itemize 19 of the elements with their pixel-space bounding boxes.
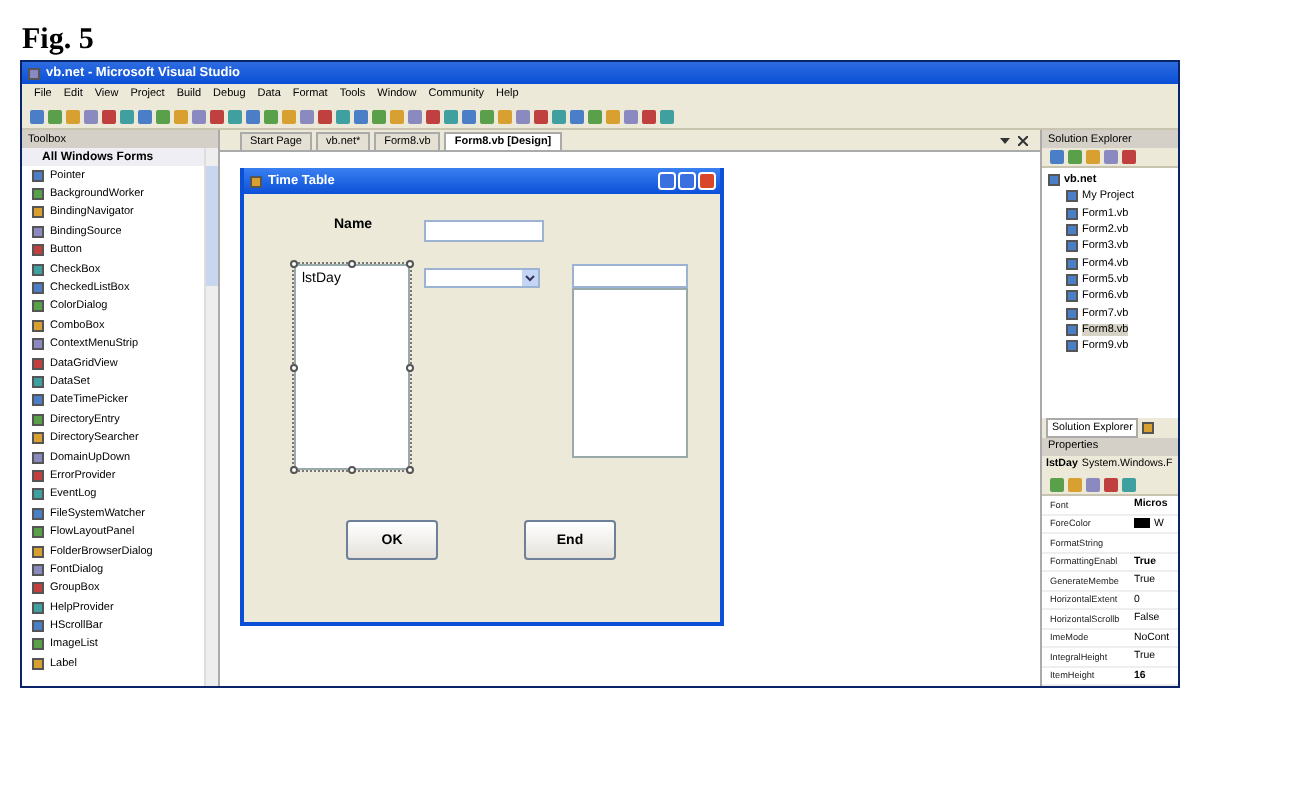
resize-handle[interactable] xyxy=(290,363,298,371)
list-box[interactable] xyxy=(572,288,688,458)
resize-handle[interactable] xyxy=(406,363,414,371)
resize-handle[interactable] xyxy=(406,260,414,268)
text-box[interactable] xyxy=(424,220,544,242)
scrollbar[interactable] xyxy=(204,148,218,686)
figure-label: Fig. 5 xyxy=(20,22,96,60)
resize-handle[interactable] xyxy=(348,260,356,268)
resize-handle[interactable] xyxy=(290,260,298,268)
resize-handle[interactable] xyxy=(406,466,414,474)
minimize-icon[interactable] xyxy=(658,172,676,190)
text-box[interactable] xyxy=(572,264,688,288)
resize-handle[interactable] xyxy=(348,466,356,474)
combo-box[interactable] xyxy=(424,268,540,288)
maximize-icon[interactable] xyxy=(678,172,696,190)
resize-handle[interactable] xyxy=(290,466,298,474)
dropdown-arrow-icon[interactable] xyxy=(1000,135,1010,145)
close-icon[interactable] xyxy=(1018,135,1028,145)
dropdown-arrow-icon xyxy=(522,270,538,286)
